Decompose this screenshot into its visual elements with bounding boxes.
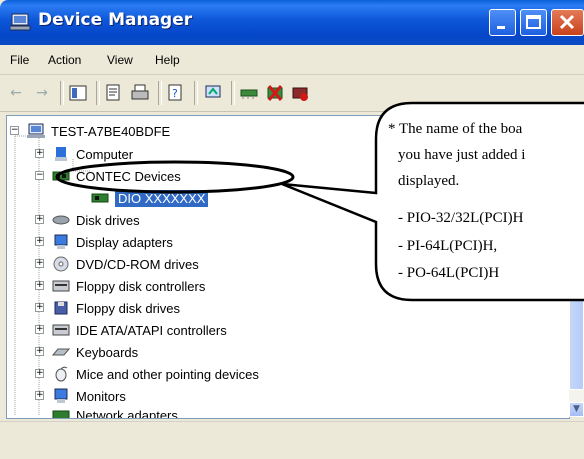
callout-shape xyxy=(55,101,584,302)
device-manager-window: Device Manager File Action View Help ← → xyxy=(0,0,584,459)
callout-line: - PIO-32/32L(PCI)H xyxy=(398,210,524,226)
callout-line: * The name of the boa xyxy=(388,121,523,137)
callout-line: - PI-64L(PCI)H, xyxy=(398,238,498,254)
callout-line: - PO-64L(PCI)H xyxy=(398,265,500,281)
callout-line: you have just added i xyxy=(398,147,526,163)
callout-line: displayed. xyxy=(398,173,460,189)
